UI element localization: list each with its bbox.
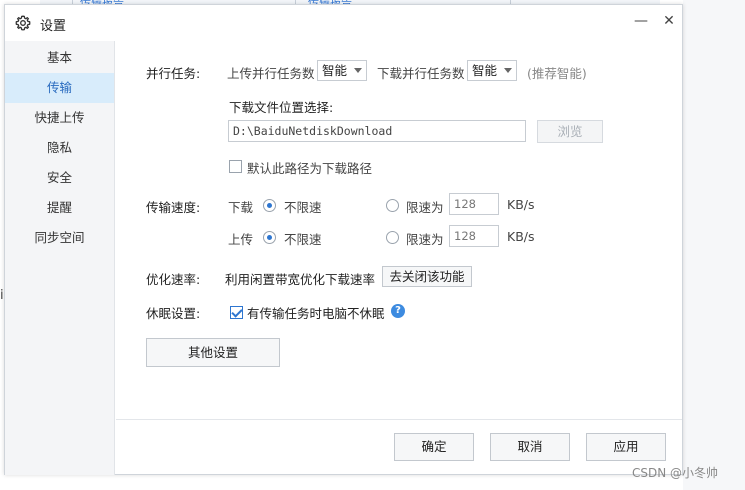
upload-unlimited-radio[interactable] bbox=[263, 231, 276, 244]
upload-parallel-value: 智能 bbox=[322, 63, 348, 78]
sidebar-item-transfer[interactable]: 传输 bbox=[5, 73, 114, 103]
dialog-titlebar[interactable]: 设置 — ✕ bbox=[5, 5, 682, 41]
settings-content: 并行任务: 上传并行任务数 智能 下载并行任务数 智能 (推荐智能) 下载文件位… bbox=[116, 41, 682, 419]
chevron-down-icon bbox=[504, 68, 512, 73]
default-path-checkbox-label: 默认此路径为下载路径 bbox=[247, 161, 373, 176]
upload-limit-label: 限速为 bbox=[406, 232, 444, 247]
optimize-rate-text: 利用闲置带宽优化下载速率 bbox=[225, 272, 376, 287]
upload-parallel-label: 上传并行任务数 bbox=[227, 66, 315, 81]
prevent-sleep-label: 有传输任务时电脑不休眠 bbox=[247, 306, 385, 321]
disable-optimize-button[interactable]: 去关闭该功能 bbox=[382, 266, 472, 287]
upload-limit-input[interactable]: 128 bbox=[449, 225, 499, 247]
sidebar-item-quick-upload[interactable]: 快捷上传 bbox=[5, 103, 114, 133]
apply-button[interactable]: 应用 bbox=[586, 433, 666, 461]
cancel-button-label: 取消 bbox=[517, 439, 543, 454]
dialog-title: 设置 bbox=[40, 19, 67, 34]
disable-optimize-button-label: 去关闭该功能 bbox=[389, 269, 465, 284]
gear-icon bbox=[15, 15, 31, 31]
sidebar-item-security[interactable]: 安全 bbox=[5, 163, 114, 193]
download-path-field[interactable]: D:\BaiduNetdiskDownload bbox=[228, 120, 526, 142]
download-limit-label: 限速为 bbox=[406, 200, 444, 215]
parallel-tasks-label: 并行任务: bbox=[146, 66, 201, 81]
other-settings-button-label: 其他设置 bbox=[187, 345, 238, 360]
sidebar-item-sync-space[interactable]: 同步空间 bbox=[5, 223, 114, 253]
upload-speed-unit: KB/s bbox=[507, 229, 535, 244]
download-limit-radio[interactable] bbox=[386, 199, 399, 212]
ok-button-label: 确定 bbox=[421, 439, 447, 454]
apply-button-label: 应用 bbox=[613, 439, 639, 454]
download-limit-value: 128 bbox=[454, 197, 476, 211]
other-settings-button[interactable]: 其他设置 bbox=[146, 338, 280, 367]
download-speed-label: 下载 bbox=[228, 200, 254, 215]
cancel-button[interactable]: 取消 bbox=[490, 433, 570, 461]
download-speed-unit: KB/s bbox=[507, 197, 535, 212]
settings-dialog: 设置 — ✕ 基本 传输 快捷上传 隐私 安全 提醒 同步空间 并行任务: 上传… bbox=[4, 4, 683, 475]
background-right-pane bbox=[683, 0, 745, 490]
download-path-value: D:\BaiduNetdiskDownload bbox=[233, 124, 393, 138]
upload-limit-value: 128 bbox=[454, 229, 476, 243]
optimize-rate-label: 优化速率: bbox=[146, 272, 201, 287]
download-parallel-label: 下载并行任务数 bbox=[377, 66, 465, 81]
default-path-checkbox[interactable] bbox=[229, 160, 242, 173]
prevent-sleep-checkbox[interactable] bbox=[230, 306, 243, 319]
upload-parallel-select[interactable]: 智能 bbox=[317, 60, 367, 81]
download-parallel-select[interactable]: 智能 bbox=[467, 60, 517, 81]
minimize-icon: — bbox=[634, 13, 648, 29]
ok-button[interactable]: 确定 bbox=[394, 433, 474, 461]
parallel-hint: (推荐智能) bbox=[527, 66, 587, 81]
sidebar-item-basic[interactable]: 基本 bbox=[5, 43, 114, 73]
download-location-label: 下载文件位置选择: bbox=[229, 100, 334, 115]
upload-unlimited-label: 不限速 bbox=[284, 232, 322, 247]
help-icon[interactable]: ? bbox=[391, 304, 405, 318]
download-unlimited-radio[interactable] bbox=[263, 199, 276, 212]
download-limit-input[interactable]: 128 bbox=[449, 193, 499, 215]
close-icon: ✕ bbox=[663, 13, 675, 29]
sidebar-item-privacy[interactable]: 隐私 bbox=[5, 133, 114, 163]
minimize-button[interactable]: — bbox=[631, 11, 651, 31]
upload-speed-label: 上传 bbox=[228, 232, 254, 247]
close-button[interactable]: ✕ bbox=[659, 11, 679, 31]
settings-sidebar: 基本 传输 快捷上传 隐私 安全 提醒 同步空间 bbox=[5, 41, 115, 475]
footer-divider bbox=[116, 419, 682, 420]
download-unlimited-label: 不限速 bbox=[284, 200, 322, 215]
chevron-down-icon bbox=[354, 68, 362, 73]
sleep-setting-label: 休眠设置: bbox=[146, 306, 201, 321]
sidebar-item-reminders[interactable]: 提醒 bbox=[5, 193, 114, 223]
browse-button[interactable]: 浏览 bbox=[537, 120, 603, 143]
transfer-speed-label: 传输速度: bbox=[146, 200, 201, 215]
download-parallel-value: 智能 bbox=[472, 63, 498, 78]
upload-limit-radio[interactable] bbox=[386, 231, 399, 244]
browse-button-label: 浏览 bbox=[557, 124, 583, 139]
watermark: CSDN @小冬帅 bbox=[632, 466, 719, 480]
